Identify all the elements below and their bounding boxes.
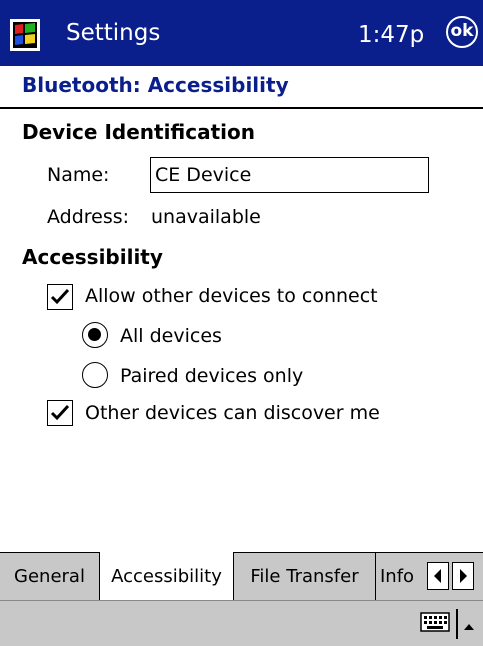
windows-flag-icon[interactable]	[10, 19, 40, 51]
app-title: Settings	[66, 20, 161, 46]
ok-button[interactable]: ok	[446, 16, 478, 48]
tab-scroll-right-button[interactable]	[452, 562, 474, 590]
allow-connect-checkbox[interactable]	[47, 284, 73, 310]
keyboard-icon[interactable]	[420, 611, 450, 633]
tab-scroll-left-button[interactable]	[427, 562, 449, 590]
accessibility-heading: Accessibility	[22, 245, 163, 269]
radio-all-devices[interactable]	[82, 322, 108, 348]
header-divider	[0, 107, 483, 109]
paired-devices-label[interactable]: Paired devices only	[120, 363, 303, 389]
address-value: unavailable	[151, 206, 261, 228]
clock[interactable]: 1:47p	[358, 20, 424, 50]
checkmark-icon	[50, 288, 70, 305]
address-label: Address:	[47, 206, 130, 228]
device-name-field[interactable]	[150, 157, 429, 193]
tab-accessibility[interactable]: Accessibility	[100, 552, 233, 602]
caret-up-icon[interactable]	[462, 617, 476, 636]
radio-selected-dot	[88, 328, 101, 341]
discoverable-checkbox[interactable]	[47, 400, 73, 426]
checkmark-icon	[50, 404, 70, 421]
arrow-left-icon	[434, 569, 441, 583]
arrow-right-icon	[460, 569, 467, 583]
all-devices-label[interactable]: All devices	[120, 323, 222, 349]
name-label: Name:	[47, 164, 110, 186]
discoverable-label[interactable]: Other devices can discover me	[85, 400, 380, 426]
tab-general[interactable]: General	[0, 553, 99, 600]
tab-bar: General Accessibility File Transfer Info	[0, 552, 483, 602]
tab-file-transfer[interactable]: File Transfer	[234, 553, 375, 600]
title-bar: Settings 1:47p ok	[0, 0, 483, 66]
page-title: Bluetooth: Accessibility	[22, 73, 289, 97]
tab-info[interactable]: Info	[376, 553, 428, 600]
radio-paired-devices-only[interactable]	[82, 362, 108, 388]
device-identification-heading: Device Identification	[22, 120, 255, 144]
sip-divider	[456, 609, 458, 639]
command-bar	[0, 600, 483, 646]
allow-connect-label[interactable]: Allow other devices to connect	[85, 283, 378, 309]
